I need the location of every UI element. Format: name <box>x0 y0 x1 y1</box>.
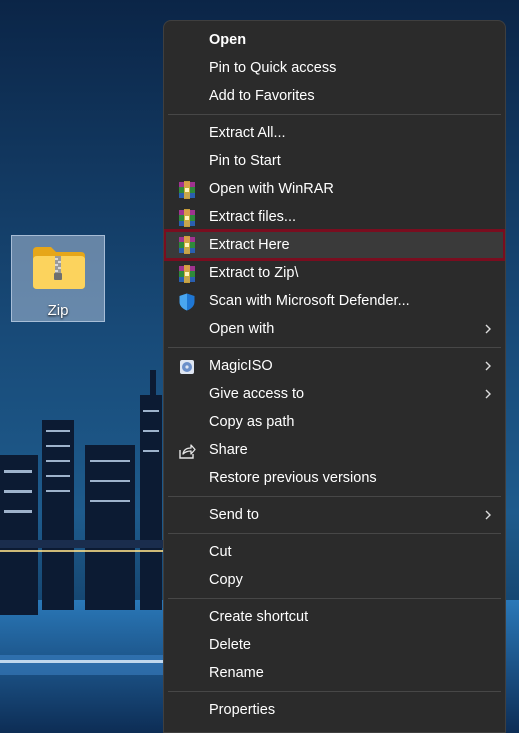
magiciso-icon <box>180 360 194 374</box>
winrar-icon <box>179 265 195 283</box>
menu-separator <box>168 691 501 692</box>
zip-folder-desktop-icon[interactable]: Zip <box>11 235 105 322</box>
menu-item-open-with[interactable]: Open with <box>168 316 501 343</box>
menu-item-cut[interactable]: Cut <box>168 539 501 566</box>
winrar-icon <box>179 236 195 254</box>
defender-shield-icon <box>179 293 195 311</box>
menu-item-give-access[interactable]: Give access to <box>168 381 501 408</box>
winrar-icon <box>179 209 195 227</box>
folder-icon <box>33 247 85 289</box>
menu-item-rename[interactable]: Rename <box>168 660 501 687</box>
context-menu: Open Pin to Quick access Add to Favorite… <box>163 20 506 733</box>
menu-item-restore-previous[interactable]: Restore previous versions <box>168 465 501 492</box>
menu-item-delete[interactable]: Delete <box>168 632 501 659</box>
menu-item-open[interactable]: Open <box>168 27 501 54</box>
chevron-right-icon <box>485 510 491 520</box>
menu-item-extract-all[interactable]: Extract All... <box>168 120 501 147</box>
menu-separator <box>168 114 501 115</box>
menu-item-extract-to-zip[interactable]: Extract to Zip\ <box>168 260 501 287</box>
menu-separator <box>168 496 501 497</box>
share-icon <box>179 444 196 459</box>
menu-item-scan-defender[interactable]: Scan with Microsoft Defender... <box>168 288 501 315</box>
menu-item-extract-files[interactable]: Extract files... <box>168 204 501 231</box>
menu-item-magiciso[interactable]: MagicISO <box>168 353 501 380</box>
menu-item-open-with-winrar[interactable]: Open with WinRAR <box>168 176 501 203</box>
chevron-right-icon <box>485 361 491 371</box>
chevron-right-icon <box>485 389 491 399</box>
menu-item-extract-here[interactable]: Extract Here <box>164 229 505 261</box>
menu-item-share[interactable]: Share <box>168 437 501 464</box>
menu-item-copy-as-path[interactable]: Copy as path <box>168 409 501 436</box>
menu-separator <box>168 598 501 599</box>
menu-item-pin-start[interactable]: Pin to Start <box>168 148 501 175</box>
desktop-icon-label: Zip <box>47 302 69 319</box>
menu-item-send-to[interactable]: Send to <box>168 502 501 529</box>
menu-item-add-favorites[interactable]: Add to Favorites <box>168 83 501 110</box>
menu-separator <box>168 533 501 534</box>
menu-item-pin-quick-access[interactable]: Pin to Quick access <box>168 55 501 82</box>
menu-item-create-shortcut[interactable]: Create shortcut <box>168 604 501 631</box>
chevron-right-icon <box>485 324 491 334</box>
menu-separator <box>168 347 501 348</box>
menu-item-properties[interactable]: Properties <box>168 697 501 724</box>
menu-item-copy[interactable]: Copy <box>168 567 501 594</box>
winrar-icon <box>179 181 195 199</box>
